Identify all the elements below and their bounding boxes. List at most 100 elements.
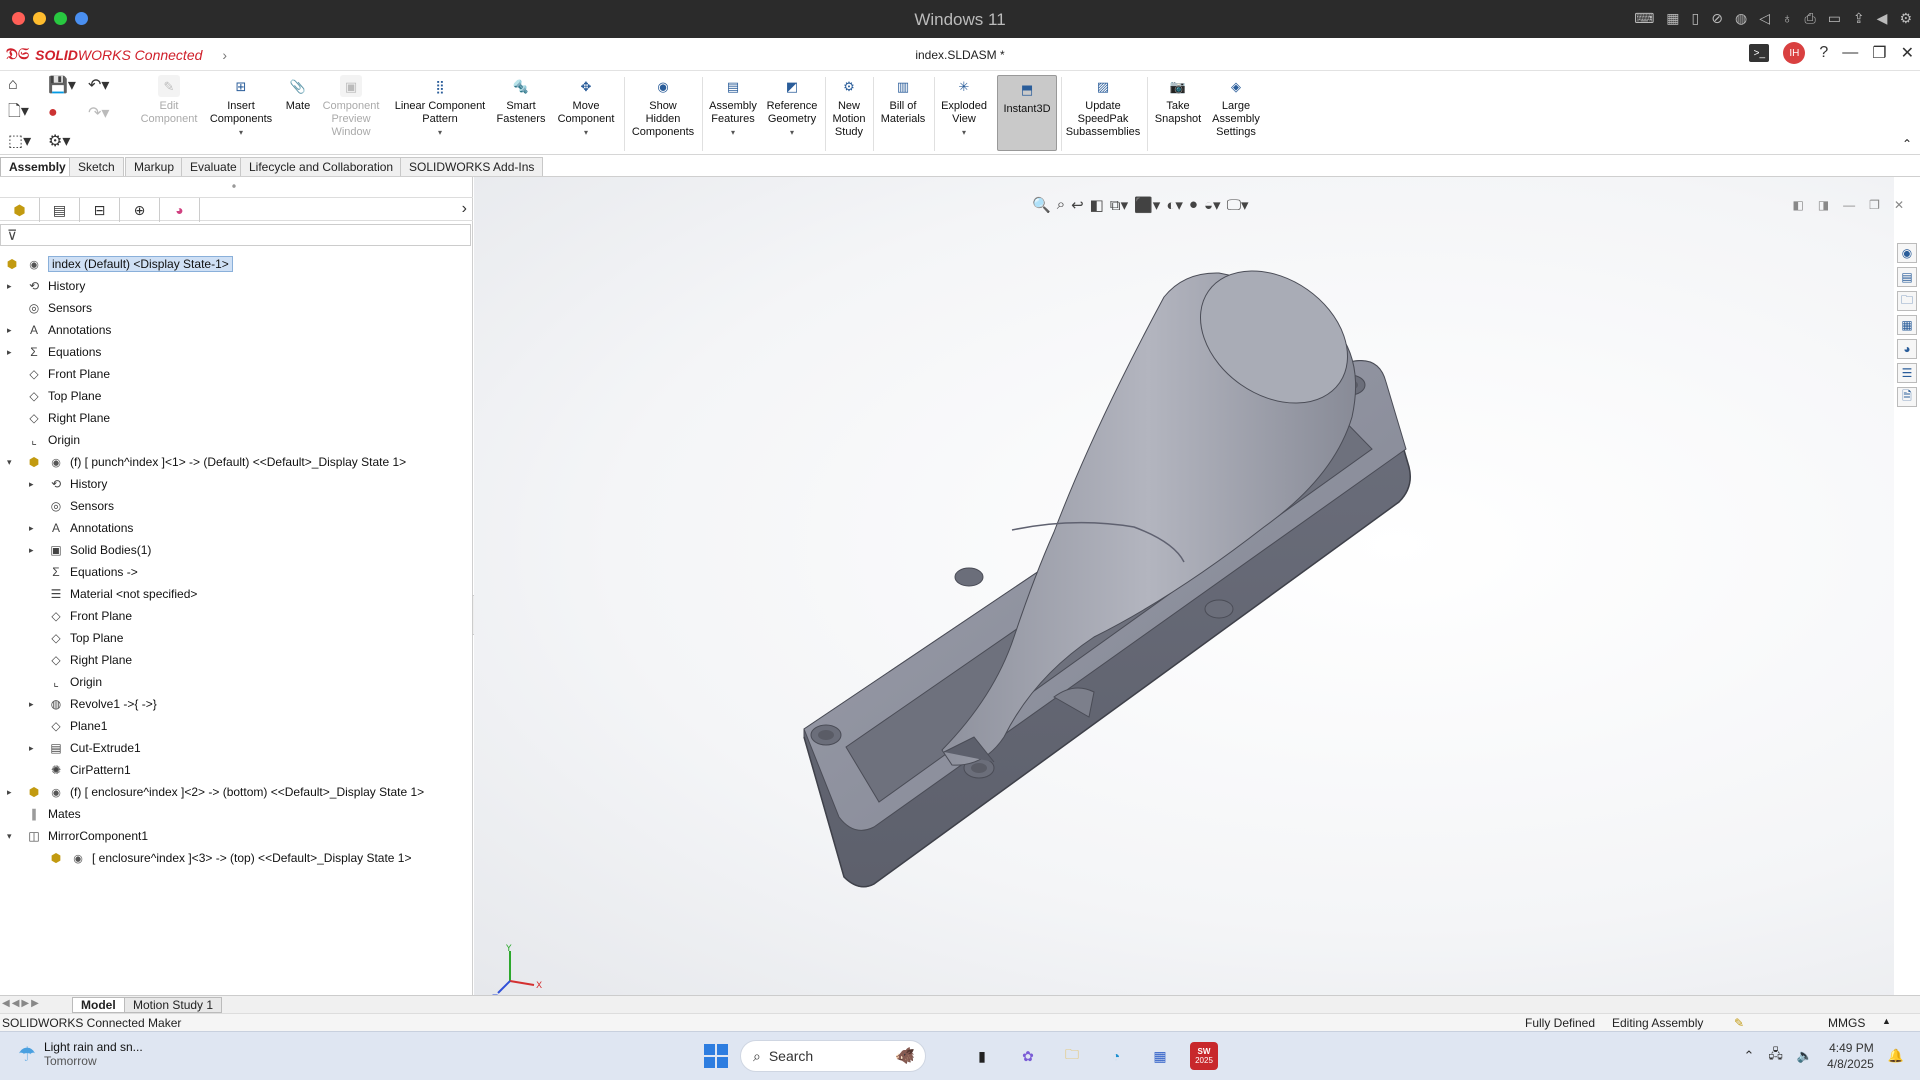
tab-motion-study-1[interactable]: Motion Study 1 bbox=[124, 997, 223, 1013]
configuration-manager-tab-icon[interactable]: ⊟ bbox=[80, 198, 120, 222]
tree-item[interactable]: ▸ ▣ Solid Bodies(1) bbox=[0, 539, 473, 561]
options-gear-icon[interactable]: ⚙▾ bbox=[48, 130, 88, 152]
select-icon[interactable]: ⬚▾ bbox=[8, 130, 48, 152]
tree-item[interactable]: ▸ ⟲ History bbox=[0, 473, 473, 495]
notifications-icon[interactable]: 🔔 bbox=[1888, 1048, 1904, 1064]
tab-model[interactable]: Model bbox=[72, 997, 125, 1013]
bill-of-materials-button[interactable]: ▥ Bill of Materials bbox=[876, 75, 930, 126]
tree-item[interactable]: ▸ ⬢ ◉ (f) [ enclosure^index ]<2> -> (bottom… bbox=[0, 781, 473, 803]
home-icon[interactable]: ⌂ bbox=[8, 74, 48, 96]
network-icon[interactable]: 🖧 bbox=[1768, 1045, 1783, 1067]
edit-component-button[interactable]: ✎ Edit Component bbox=[138, 75, 200, 126]
copilot-icon[interactable]: ✿ bbox=[1014, 1042, 1042, 1070]
expand-arrow-icon[interactable]: ▸ bbox=[29, 743, 34, 754]
close-icon[interactable]: ✕ bbox=[1901, 43, 1914, 63]
edge-icon[interactable]: ◔ bbox=[1102, 1042, 1130, 1070]
appearances-icon[interactable]: ◕ bbox=[1897, 339, 1917, 359]
tree-item[interactable]: ▸ A Annotations bbox=[0, 517, 473, 539]
undo-icon[interactable]: ↶▾ bbox=[88, 74, 128, 96]
file-explorer-taskbar-icon[interactable]: 🗀 bbox=[1058, 1042, 1086, 1070]
tree-item[interactable]: ▸ Σ Equations bbox=[0, 341, 473, 363]
tree-item[interactable]: ▾ ◫ MirrorComponent1 bbox=[0, 825, 473, 847]
video-icon[interactable]: ▭ bbox=[1828, 10, 1841, 27]
expand-arrow-icon[interactable]: ▸ bbox=[7, 347, 12, 358]
settings-icon[interactable]: ⚙ bbox=[1899, 10, 1912, 27]
dynamic-annotation-icon[interactable]: ⧉▾ bbox=[1110, 196, 1128, 214]
tab-evaluate[interactable]: Evaluate bbox=[181, 157, 246, 176]
solidworks-taskbar-icon[interactable]: SW 2025 bbox=[1190, 1042, 1218, 1070]
viewport-minimize-icon[interactable]: — bbox=[1843, 198, 1855, 212]
insert-components-button[interactable]: ⊞ Insert Components ▾ bbox=[207, 75, 275, 139]
tab-navigation-icon[interactable]: ◀◀▶▶ bbox=[2, 998, 41, 1009]
minimize-icon[interactable]: — bbox=[1842, 44, 1858, 62]
tree-item[interactable]: ◇ Right Plane bbox=[0, 407, 473, 429]
rebuild-status-icon[interactable]: ✎ bbox=[1734, 1016, 1744, 1030]
tree-item[interactable]: Σ Equations -> bbox=[0, 561, 473, 583]
expand-arrow-icon[interactable]: ▸ bbox=[29, 699, 34, 710]
assembly-model[interactable] bbox=[474, 177, 1894, 995]
view-settings-icon[interactable]: 🖵▾ bbox=[1227, 196, 1249, 214]
tray-overflow-icon[interactable]: ⌃ bbox=[1744, 1048, 1755, 1064]
tree-item[interactable]: ✺ CirPattern1 bbox=[0, 759, 473, 781]
start-button[interactable] bbox=[704, 1044, 728, 1068]
new-motion-study-button[interactable]: ⚙ New Motion Study bbox=[828, 75, 870, 139]
panel-grip-icon[interactable]: ⦁ bbox=[232, 181, 236, 191]
tree-item[interactable]: ◎ Sensors bbox=[0, 495, 473, 517]
zoom-to-fit-icon[interactable]: 🔍 bbox=[1032, 196, 1051, 214]
dropdown-arrow-icon[interactable]: ▾ bbox=[962, 126, 966, 139]
expand-arrow-icon[interactable]: ▸ bbox=[29, 523, 34, 534]
instant3d-button[interactable]: ⬒ Instant3D bbox=[997, 75, 1057, 151]
usb-icon[interactable]: ▯ bbox=[1692, 10, 1700, 27]
update-speedpak-button[interactable]: ▨ Update SpeedPak Subassemblies bbox=[1063, 75, 1143, 139]
tree-item[interactable]: ◇ Top Plane bbox=[0, 385, 473, 407]
assembly-features-button[interactable]: ▤ Assembly Features ▾ bbox=[705, 75, 761, 139]
tree-item[interactable]: ◇ Plane1 bbox=[0, 715, 473, 737]
view-orientation-icon[interactable]: ⬛▾ bbox=[1134, 196, 1160, 214]
tree-item[interactable]: ∥ Mates bbox=[0, 803, 473, 825]
volume-icon[interactable]: 🔈 bbox=[1797, 1048, 1813, 1064]
back-icon[interactable]: ◀ bbox=[1877, 10, 1888, 27]
zoom-area-icon[interactable]: ⌕ bbox=[1057, 196, 1065, 214]
document-recovery-icon[interactable]: 🗎 bbox=[1897, 387, 1917, 407]
scene-icon[interactable]: ◒▾ bbox=[1204, 196, 1221, 214]
globe-icon[interactable]: ◍ bbox=[1735, 10, 1747, 27]
section-view-icon[interactable]: ◧ bbox=[1090, 196, 1104, 214]
viewport-close-icon[interactable]: ✕ bbox=[1894, 198, 1904, 212]
exploded-view-button[interactable]: ✳ Exploded View ▾ bbox=[937, 75, 991, 139]
viewport-restore-icon[interactable]: ❐ bbox=[1869, 198, 1880, 212]
tree-item[interactable]: ◇ Right Plane bbox=[0, 649, 473, 671]
save-icon[interactable]: 💾▾ bbox=[48, 74, 88, 96]
redo-icon[interactable]: ↷▾ bbox=[88, 102, 128, 124]
tree-item[interactable]: ⌞ Origin bbox=[0, 429, 473, 451]
weather-widget[interactable]: ☂ Light rain and sn... Tomorrow bbox=[18, 1040, 143, 1068]
collapse-right-icon[interactable]: ◨ bbox=[1818, 198, 1829, 212]
expand-arrow-icon[interactable]: ▸ bbox=[7, 281, 12, 292]
expand-arrow-icon[interactable]: ▸ bbox=[29, 479, 34, 490]
feature-tree-tab-icon[interactable]: ⬢ bbox=[0, 198, 40, 222]
collapse-ribbon-icon[interactable]: ⌃ bbox=[1902, 137, 1912, 151]
solidworks-resources-icon[interactable]: ◉ bbox=[1897, 243, 1917, 263]
mate-button[interactable]: 📎 Mate bbox=[280, 75, 316, 113]
tab-addins[interactable]: SOLIDWORKS Add-Ins bbox=[400, 157, 544, 176]
display-style-icon[interactable]: ◐▾ bbox=[1166, 196, 1183, 214]
dropdown-arrow-icon[interactable]: ▾ bbox=[584, 126, 588, 139]
keyboard-icon[interactable]: ⌨ bbox=[1634, 10, 1654, 27]
property-manager-tab-icon[interactable]: ▤ bbox=[40, 198, 80, 222]
tree-item[interactable]: ◇ Top Plane bbox=[0, 627, 473, 649]
move-component-button[interactable]: ✥ Move Component ▾ bbox=[552, 75, 620, 139]
mic-icon[interactable]: ♁ bbox=[1782, 10, 1793, 27]
expand-arrow-icon[interactable]: ▸ bbox=[7, 325, 12, 336]
large-assembly-settings-button[interactable]: ◈ Large Assembly Settings bbox=[1208, 75, 1264, 139]
share-icon[interactable]: ⇪ bbox=[1853, 10, 1865, 27]
take-snapshot-button[interactable]: 📷 Take Snapshot bbox=[1150, 75, 1206, 126]
tab-markup[interactable]: Markup bbox=[125, 157, 184, 176]
cpu-icon[interactable]: ▦ bbox=[1666, 10, 1679, 27]
brand-logo[interactable]: 𝔇𝔖 SOLIDWORKS Connected › bbox=[6, 46, 227, 64]
custom-properties-icon[interactable]: ☰ bbox=[1897, 363, 1917, 383]
tab-lifecycle[interactable]: Lifecycle and Collaboration bbox=[240, 157, 403, 176]
smart-fasteners-button[interactable]: 🔩 Smart Fasteners bbox=[494, 75, 548, 126]
tree-item[interactable]: ▸ ▤ Cut-Extrude1 bbox=[0, 737, 473, 759]
file-explorer-icon[interactable]: 🗀 bbox=[1897, 291, 1917, 311]
dropdown-arrow-icon[interactable]: ▾ bbox=[239, 126, 243, 139]
units-menu-icon[interactable]: ▲ bbox=[1882, 1016, 1891, 1026]
